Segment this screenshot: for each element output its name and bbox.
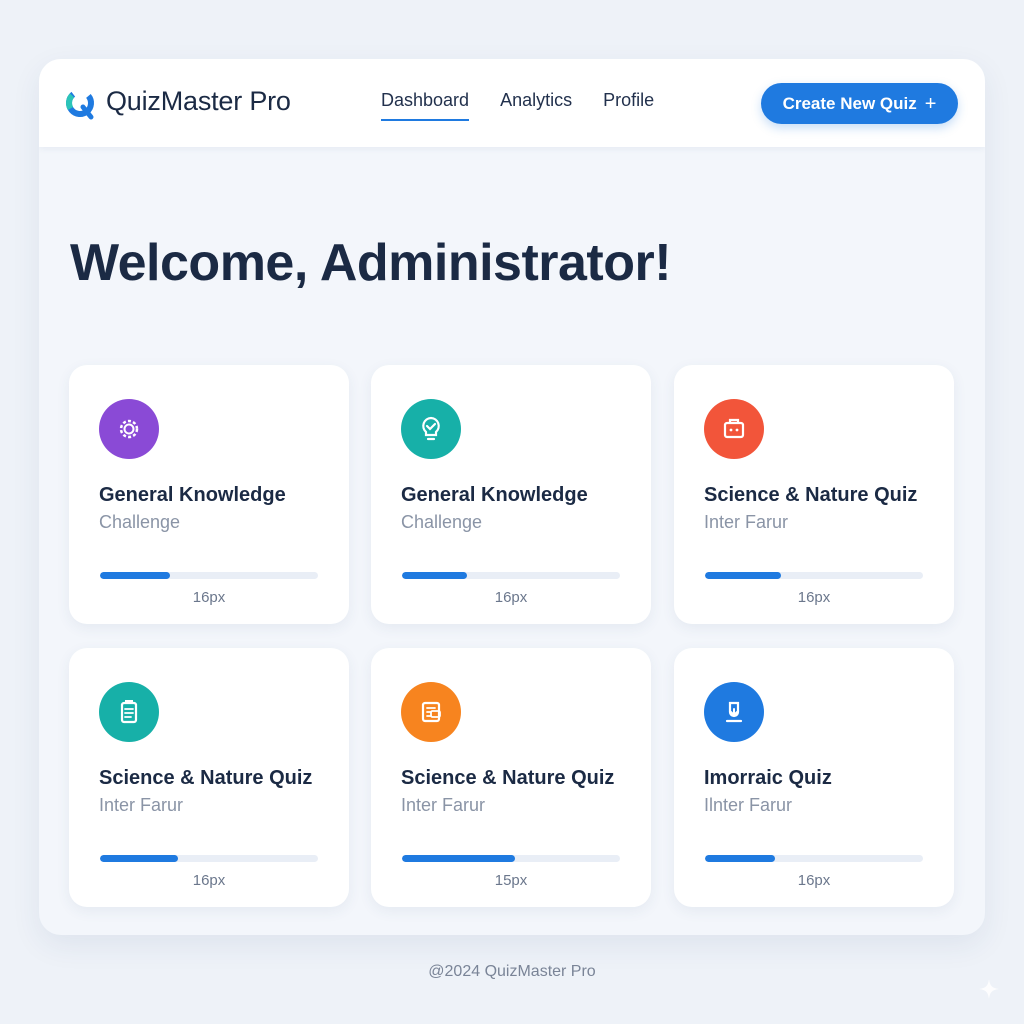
quiz-card[interactable]: Science & Nature Quiz Inter Farur 15px xyxy=(371,648,651,907)
document-icon xyxy=(401,682,461,742)
quiz-subtitle: Inter Farur xyxy=(99,795,184,815)
quiz-card[interactable]: General Knowledge Challenge 16px xyxy=(371,365,651,624)
progress-track xyxy=(100,855,318,862)
briefcase-icon xyxy=(704,399,764,459)
quiz-meta: 16px xyxy=(797,589,831,606)
quiz-title: Science & Nature Quiz xyxy=(99,767,313,789)
quiz-subtitle: Inter Farur xyxy=(704,512,789,532)
quiz-card[interactable]: Science & Nature Quiz Inter Farur 16px xyxy=(674,365,954,624)
progress-fill xyxy=(705,855,775,862)
progress-track xyxy=(402,855,620,862)
quiz-subtitle: Challenge xyxy=(401,512,483,532)
app-window: QuizMaster Pro Dashboard Analytics Profi… xyxy=(39,59,985,935)
welcome-heading: Welcome, Administrator! xyxy=(70,234,672,292)
quiz-meta: 16px xyxy=(494,589,528,606)
footer-copyright: @2024 QuizMaster Pro xyxy=(428,963,596,980)
quiz-title: General Knowledge xyxy=(401,484,588,506)
progress-track xyxy=(100,572,318,579)
quiz-card[interactable]: Imorraic Quiz Ilnter Farur 16px xyxy=(674,648,954,907)
progress-fill xyxy=(402,572,468,579)
quiz-card[interactable]: General Knowledge Challenge 16px xyxy=(69,365,349,624)
plus-icon: + xyxy=(924,92,937,115)
quiz-subtitle: Inter Farur xyxy=(401,795,486,815)
quiz-meta: 16px xyxy=(192,589,226,606)
create-button-label: Create New Quiz xyxy=(782,93,917,113)
progress-fill xyxy=(100,855,179,862)
brand-name: QuizMaster Pro xyxy=(106,86,291,116)
create-new-quiz-button[interactable]: Create New Quiz + xyxy=(761,83,958,124)
quiz-logo-icon xyxy=(66,89,94,120)
progress-track xyxy=(402,572,620,579)
nav-dashboard[interactable]: Dashboard xyxy=(381,90,470,121)
nav-profile[interactable]: Profile xyxy=(603,90,654,121)
gear-icon xyxy=(99,399,159,459)
download-icon xyxy=(704,682,764,742)
progress-fill xyxy=(705,572,782,579)
quiz-meta: 16px xyxy=(797,872,831,889)
sparkle-icon xyxy=(979,979,999,999)
quiz-card[interactable]: Science & Nature Quiz Inter Farur 16px xyxy=(69,648,349,907)
quiz-meta: 16px xyxy=(192,872,226,889)
quiz-subtitle: Ilnter Farur xyxy=(704,795,793,815)
progress-track xyxy=(705,572,923,579)
quiz-title: General Knowledge xyxy=(99,484,286,506)
nav-analytics[interactable]: Analytics xyxy=(500,90,572,121)
lightbulb-check-icon xyxy=(401,399,461,459)
main-nav: Dashboard Analytics Profile xyxy=(381,90,685,121)
clipboard-icon xyxy=(99,682,159,742)
progress-track xyxy=(705,855,923,862)
quiz-title: Science & Nature Quiz xyxy=(401,767,615,789)
progress-fill xyxy=(402,855,516,862)
quiz-title: Science & Nature Quiz xyxy=(704,484,918,506)
progress-fill xyxy=(100,572,170,579)
quiz-meta: 15px xyxy=(494,872,528,889)
top-bar: QuizMaster Pro Dashboard Analytics Profi… xyxy=(39,59,985,147)
quiz-title: Imorraic Quiz xyxy=(704,767,832,789)
quiz-subtitle: Challenge xyxy=(99,512,181,532)
